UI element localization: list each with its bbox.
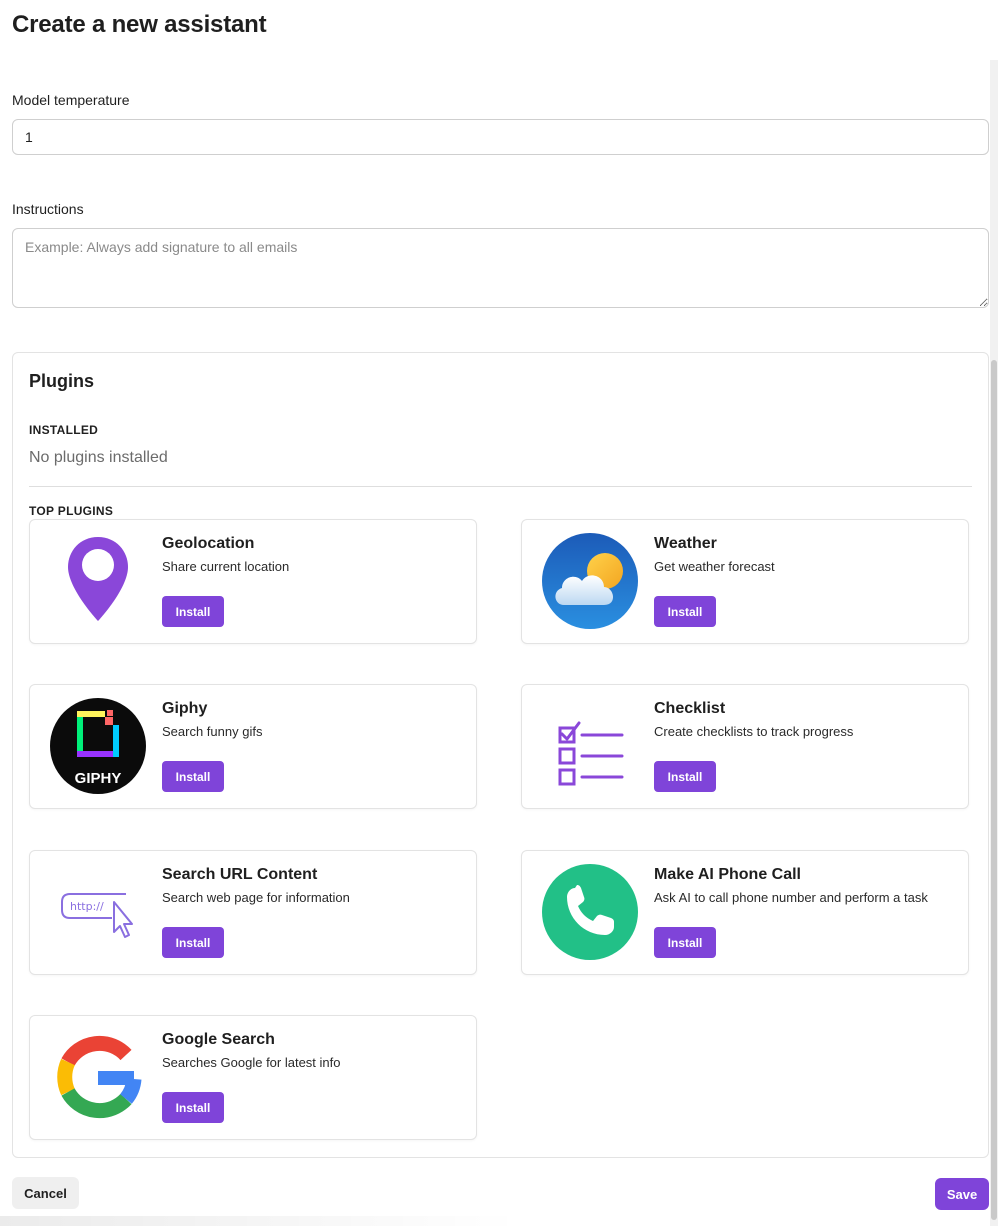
url-cursor-icon: http:// (50, 864, 146, 960)
plugin-description: Get weather forecast (654, 559, 775, 574)
plugins-title: Plugins (29, 371, 95, 391)
plugins-panel: Plugins INSTALLED No plugins installed T… (12, 352, 989, 1158)
url-icon-text: http:// (70, 900, 104, 913)
plugin-description: Search web page for information (162, 890, 350, 905)
plugin-card-phone-call: Make AI Phone Call Ask AI to call phone … (521, 850, 969, 975)
plugin-name: Search URL Content (162, 866, 318, 883)
plugin-card-giphy: GIPHY Giphy Search funny gifs Install (29, 684, 477, 809)
instructions-label: Instructions (12, 201, 84, 217)
checklist-icon (542, 698, 638, 794)
plugin-card-search-url: http:// Search URL Content Search web pa… (29, 850, 477, 975)
plugin-description: Searches Google for latest info (162, 1055, 341, 1070)
instructions-textarea[interactable] (12, 228, 989, 308)
section-divider (29, 486, 972, 487)
cancel-button[interactable]: Cancel (12, 1177, 79, 1209)
plugin-card-weather: Weather Get weather forecast Install (521, 519, 969, 644)
giphy-logo-text: GIPHY (75, 770, 122, 787)
scrollbar-thumb[interactable] (991, 360, 997, 1220)
install-phone-call-button[interactable]: Install (654, 927, 716, 958)
save-button[interactable]: Save (935, 1178, 989, 1210)
bottom-shadow (0, 1216, 520, 1226)
install-geolocation-button[interactable]: Install (162, 596, 224, 627)
install-search-url-button[interactable]: Install (162, 927, 224, 958)
plugin-card-geolocation: Geolocation Share current location Insta… (29, 519, 477, 644)
installed-heading: INSTALLED (29, 423, 99, 437)
plugin-card-google-search: Google Search Searches Google for latest… (29, 1015, 477, 1140)
install-google-search-button[interactable]: Install (162, 1092, 224, 1123)
plugin-card-checklist: Checklist Create checklists to track pro… (521, 684, 969, 809)
giphy-logo-icon: GIPHY (50, 698, 146, 794)
temperature-label: Model temperature (12, 92, 130, 108)
weather-icon (542, 533, 638, 629)
location-pin-icon (50, 533, 146, 629)
plugin-description: Create checklists to track progress (654, 724, 854, 739)
plugin-description: Share current location (162, 559, 290, 574)
phone-icon (542, 864, 638, 960)
plugin-name: Checklist (654, 700, 726, 717)
top-plugins-heading: TOP PLUGINS (29, 504, 114, 518)
plugin-name: Giphy (162, 700, 208, 717)
temperature-input[interactable]: 1 (12, 119, 989, 155)
install-weather-button[interactable]: Install (654, 596, 716, 627)
install-giphy-button[interactable]: Install (162, 761, 224, 792)
plugin-name: Make AI Phone Call (654, 866, 801, 883)
installed-empty-text: No plugins installed (29, 449, 168, 466)
plugin-name: Google Search (162, 1031, 275, 1048)
google-logo-icon (50, 1029, 146, 1125)
plugin-description: Search funny gifs (162, 724, 263, 739)
page-title: Create a new assistant (12, 11, 267, 38)
install-checklist-button[interactable]: Install (654, 761, 716, 792)
plugin-description: Ask AI to call phone number and perform … (654, 890, 928, 905)
plugin-name: Geolocation (162, 535, 255, 552)
plugin-name: Weather (654, 535, 717, 552)
